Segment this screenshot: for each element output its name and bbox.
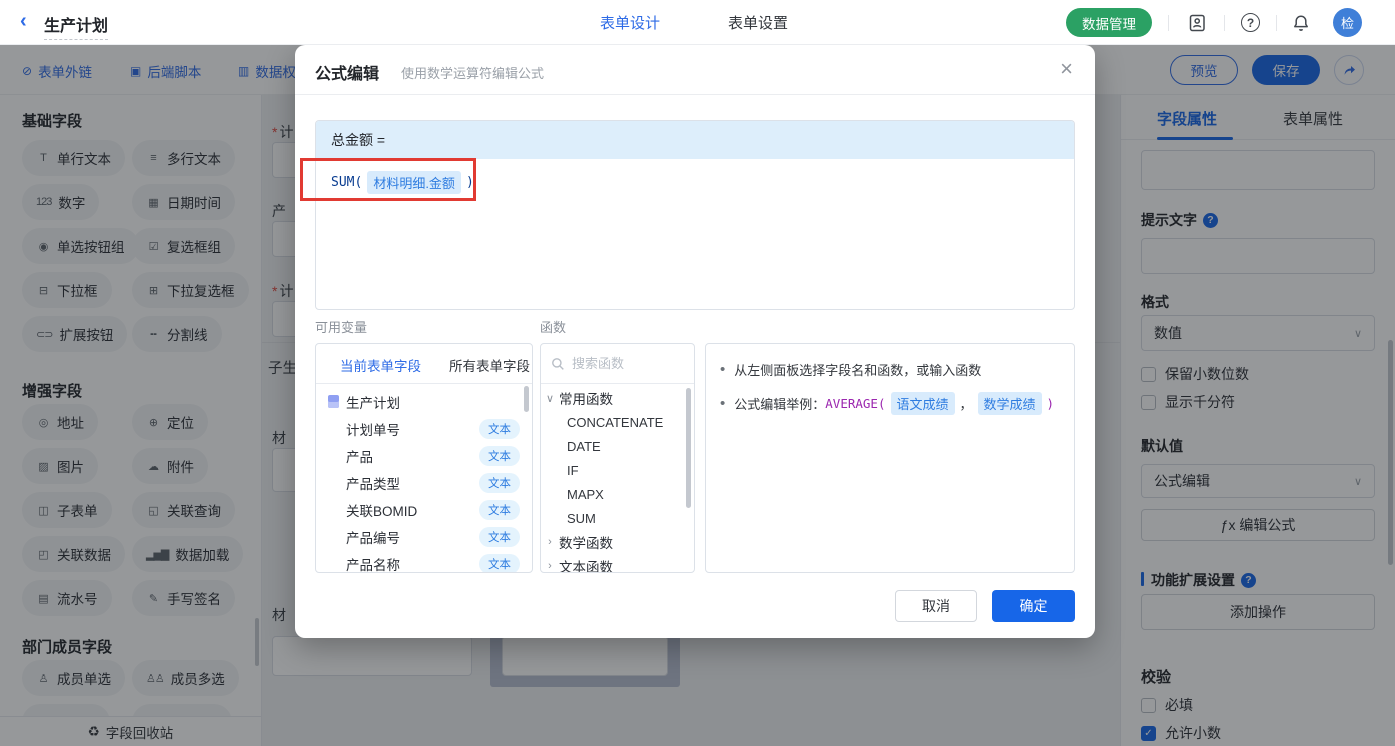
example-comma: ， bbox=[959, 397, 973, 412]
tree-root[interactable]: 生产计划 bbox=[316, 388, 532, 415]
hints-panel: • 从左侧面板选择字段名和函数，或输入函数 • 公式编辑举例： AVERAGE(… bbox=[705, 343, 1075, 573]
variables-panel: 当前表单字段 所有表单字段 生产计划 计划单号 文本 产品 文本 产品类型 文本 关联… bbox=[315, 343, 533, 573]
function-item[interactable]: MAPX bbox=[541, 482, 694, 506]
function-item[interactable]: SUM bbox=[541, 506, 694, 530]
function-search[interactable] bbox=[541, 344, 694, 384]
hint-line-2: • 公式编辑举例： AVERAGE( 语文成绩 ， 数学成绩 ) bbox=[720, 392, 1060, 415]
type-badge: 文本 bbox=[479, 472, 520, 493]
example-field-chip: 数学成绩 bbox=[977, 392, 1042, 415]
function-item[interactable]: DATE bbox=[541, 434, 694, 458]
functions-panel: ∨常用函数 CONCATENATE DATE IF MAPX SUM ›数学函数… bbox=[540, 343, 695, 573]
example-close-paren: ) bbox=[1046, 396, 1055, 411]
functions-scrollbar[interactable] bbox=[686, 388, 691, 508]
notification-bell-icon[interactable] bbox=[1290, 12, 1311, 33]
help-icon[interactable]: ? bbox=[1240, 12, 1261, 33]
function-item[interactable]: IF bbox=[541, 458, 694, 482]
variable-field-row[interactable]: 产品编号 文本 bbox=[316, 523, 532, 550]
type-badge: 文本 bbox=[479, 499, 520, 520]
variables-tabs: 当前表单字段 所有表单字段 bbox=[316, 344, 532, 384]
variable-field-row[interactable]: 产品名称 文本 bbox=[316, 550, 532, 572]
formula-editor[interactable]: 总金额 = SUM( 材料明细.金额 ) bbox=[315, 120, 1075, 310]
formula-edit-modal: 公式编辑 使用数学运算符编辑公式 × 总金额 = SUM( 材料明细.金额 ) … bbox=[295, 45, 1095, 638]
variables-label: 可用变量 bbox=[315, 320, 368, 335]
variable-field-row[interactable]: 产品类型 文本 bbox=[316, 469, 532, 496]
close-icon[interactable]: × bbox=[1060, 56, 1073, 82]
formula-field-chip[interactable]: 材料明细.金额 bbox=[367, 171, 461, 194]
hint-line-1: • 从左侧面板选择字段名和函数，或输入函数 bbox=[720, 361, 982, 378]
tab-form-settings[interactable]: 表单设置 bbox=[728, 12, 788, 33]
type-badge: 文本 bbox=[479, 418, 520, 439]
chevron-right-icon: › bbox=[548, 536, 552, 548]
formula-function: SUM( bbox=[331, 175, 363, 190]
functions-label: 函数 bbox=[540, 320, 567, 335]
modal-subtitle: 使用数学运算符编辑公式 bbox=[401, 66, 545, 81]
chevron-right-icon: › bbox=[548, 560, 552, 572]
type-badge: 文本 bbox=[479, 526, 520, 547]
type-badge: 文本 bbox=[479, 553, 520, 572]
example-function: AVERAGE( bbox=[825, 396, 886, 411]
avatar[interactable]: 检 bbox=[1333, 8, 1362, 37]
function-item[interactable]: CONCATENATE bbox=[541, 410, 694, 434]
modal-header: 公式编辑 使用数学运算符编辑公式 × bbox=[295, 45, 1095, 95]
back-icon[interactable]: ‹ bbox=[20, 10, 27, 33]
top-bar: ‹ 生产计划 表单设计 表单设置 数据管理 ? 检 bbox=[0, 0, 1395, 45]
page-title: 生产计划 bbox=[44, 12, 109, 40]
formula-target: 总金额 = bbox=[316, 121, 1074, 159]
bullet-icon: • bbox=[720, 361, 726, 378]
function-group-text[interactable]: › 文本函数 bbox=[541, 554, 694, 572]
contact-book-icon[interactable] bbox=[1186, 12, 1207, 33]
modal-title: 公式编辑 bbox=[315, 66, 380, 83]
variable-field-row[interactable]: 关联BOMID 文本 bbox=[316, 496, 532, 523]
divider bbox=[1224, 15, 1225, 31]
formula-close-paren: ) bbox=[465, 175, 474, 190]
variables-scrollbar[interactable] bbox=[524, 386, 529, 412]
bullet-icon: • bbox=[720, 395, 726, 412]
function-group-common[interactable]: ∨ 常用函数 bbox=[541, 386, 694, 410]
divider bbox=[1168, 15, 1169, 31]
variable-field-row[interactable]: 产品 文本 bbox=[316, 442, 532, 469]
confirm-button[interactable]: 确定 bbox=[992, 590, 1075, 622]
search-input[interactable] bbox=[572, 356, 672, 371]
divider bbox=[1276, 15, 1277, 31]
tab-current-form-fields[interactable]: 当前表单字段 bbox=[340, 355, 421, 375]
chevron-down-icon: ∨ bbox=[545, 392, 555, 405]
type-badge: 文本 bbox=[479, 445, 520, 466]
tab-all-form-fields[interactable]: 所有表单字段 bbox=[449, 355, 530, 375]
search-icon bbox=[552, 357, 564, 370]
formula-expression[interactable]: SUM( 材料明细.金额 ) bbox=[331, 171, 474, 194]
function-group-math[interactable]: › 数学函数 bbox=[541, 530, 694, 554]
document-icon bbox=[328, 395, 339, 408]
example-field-chip: 语文成绩 bbox=[890, 392, 955, 415]
cancel-button[interactable]: 取消 bbox=[895, 590, 977, 622]
data-manage-button[interactable]: 数据管理 bbox=[1066, 8, 1152, 37]
tab-form-design[interactable]: 表单设计 bbox=[600, 12, 660, 33]
app: ‹ 生产计划 表单设计 表单设置 数据管理 ? 检 ⊘ 表单外链 ▣ 后端脚本 … bbox=[0, 0, 1395, 746]
variable-field-row[interactable]: 计划单号 文本 bbox=[316, 415, 532, 442]
